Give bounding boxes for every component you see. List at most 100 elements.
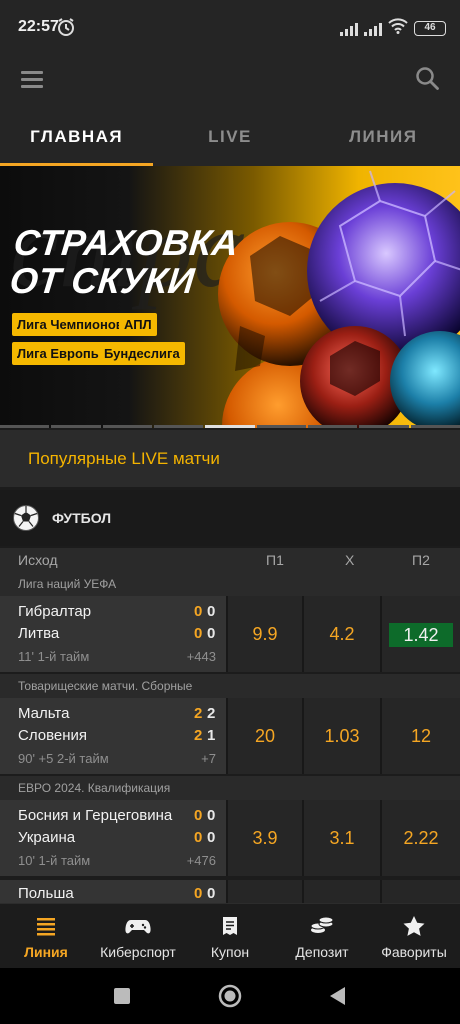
col-p2: П2 [412,552,430,568]
odd-p1[interactable]: 3.9 [228,800,302,876]
pager-dot [410,425,460,428]
odd-x[interactable]: 4.2 [304,596,380,672]
star-icon [402,915,426,942]
sport-header[interactable]: ФУТБОЛ [0,490,460,546]
coins-icon [309,915,335,942]
pager-dot-active [205,425,255,428]
team2-set-score: 1 [207,727,216,744]
signal-icon [340,22,358,36]
team2-score: 0 [194,625,203,642]
menu-icon[interactable] [21,68,45,92]
team1-score: 0 [194,603,203,620]
banner-tag: Лига Чемпионов [12,313,129,336]
nav-deposit[interactable]: Депозит [276,904,368,969]
league-name: Товарищеские матчи. Сборные [18,679,193,693]
more-markets-count: +476 [186,853,216,868]
team1-name: Польша [18,885,74,902]
odd-p2[interactable]: 2.22 [382,800,460,876]
team1-score: 0 [194,807,203,824]
match-time: 90' +5 2-й тайм [18,751,109,766]
banner-title: СТРАХОВКА ОТ СКУКИ [8,222,241,301]
pager-dot [307,425,358,428]
nav-favorites[interactable]: Фавориты [368,904,460,969]
status-icons: 46 [340,18,446,39]
odd-p2[interactable]: 1.42 [382,596,460,672]
match-teams[interactable]: Мальта 2 2 Словения 2 1 90' +5 2-й тайм … [0,698,226,774]
match-teams[interactable]: Гибралтар 0 0 Литва 0 0 11' 1-й тайм +44… [0,596,226,672]
team2-score: 0 [194,829,203,846]
list-icon [35,915,57,942]
match-row[interactable]: Гибралтар 0 0 Литва 0 0 11' 1-й тайм +44… [0,596,460,672]
home-icon[interactable] [218,984,242,1013]
team1-set-score: 0 [207,603,216,620]
odd-p1[interactable]: 20 [228,698,302,774]
match-row[interactable]: Босния и Герцеговина 0 0 Украина 0 0 10'… [0,800,460,876]
match-row[interactable]: Мальта 2 2 Словения 2 1 90' +5 2-й тайм … [0,698,460,774]
nav-label: Линия [24,944,68,960]
tab-live[interactable]: LIVE [153,108,306,166]
popular-live-label: Популярные LIVE матчи [28,449,220,468]
pager-dot [51,425,101,428]
pager-dot [0,425,50,428]
tab-line[interactable]: ЛИНИЯ [307,108,460,166]
odd-p1[interactable]: 9.9 [228,596,302,672]
col-event: Исход [18,552,58,568]
team1-score: 0 [194,885,203,902]
team2-score: 2 [194,727,203,744]
match-teams[interactable]: Босния и Герцеговина 0 0 Украина 0 0 10'… [0,800,226,876]
team2-name: Литва [18,625,60,642]
banner-pager [0,425,460,428]
team2-name: Словения [18,727,88,744]
team1-name: Гибралтар [18,603,92,620]
recents-icon[interactable] [114,988,130,1009]
odd-p2[interactable] [382,880,460,903]
team1-name: Мальта [18,705,70,722]
pager-dot [359,425,409,428]
more-markets-count: +7 [201,751,216,766]
odd-x[interactable]: 3.1 [304,800,380,876]
promo-banner[interactable]: страх СТРАХОВКА ОТ СКУКИ Лига Чемпионов … [0,166,460,428]
team1-name: Босния и Герцеговина [18,807,173,824]
odd-p1[interactable] [228,880,302,903]
popular-live-button[interactable]: Популярные LIVE матчи [0,430,460,487]
search-icon[interactable] [414,65,442,93]
odd-x[interactable]: 1.03 [304,698,380,774]
odd-x[interactable] [304,880,380,903]
team1-set-score: 0 [207,885,216,902]
coupon-icon [220,915,240,942]
league-header: ЕВРО 2024. Квалификация [0,776,460,800]
odd-p2[interactable]: 12 [382,698,460,774]
odd-p2-value: 1.42 [389,623,453,648]
system-navigation-bar [0,968,460,1024]
match-teams[interactable]: Польша 0 0 [0,880,226,903]
col-p1: П1 [266,552,284,568]
pager-dot [102,425,152,428]
team1-score: 2 [194,705,203,722]
league-header: Лига наций УЕФА [0,572,460,596]
banner-tag: Бундеслига [99,342,185,365]
signal-icon [364,22,382,36]
nav-coupon[interactable]: Купон [184,904,276,969]
battery-level: 46 [424,22,436,33]
nav-label: Депозит [295,944,349,960]
tab-main[interactable]: ГЛАВНАЯ [0,108,154,166]
nav-label: Фавориты [381,944,447,960]
pager-dot [153,425,204,428]
league-header: Товарищеские матчи. Сборные [0,674,460,698]
banner-tag: Лига Европы [12,342,107,365]
odds-column-header: Исход П1 Х П2 [0,548,460,572]
nav-label: Киберспорт [100,944,176,960]
banner-title-line1: СТРАХОВКА [11,222,241,263]
app-toolbar [0,52,460,108]
sport-name: ФУТБОЛ [52,510,112,526]
status-time: 22:57 [18,18,59,35]
nav-esports[interactable]: Киберспорт [92,904,184,969]
nav-line[interactable]: Линия [0,904,92,969]
wifi-icon [388,18,408,39]
banner-tag: АПЛ [119,313,157,336]
match-row[interactable]: Польша 0 0 [0,880,460,903]
battery-icon: 46 [414,21,446,36]
back-icon[interactable] [328,986,346,1011]
team2-set-score: 0 [207,829,216,846]
main-tabs: ГЛАВНАЯ LIVE ЛИНИЯ [0,108,460,166]
